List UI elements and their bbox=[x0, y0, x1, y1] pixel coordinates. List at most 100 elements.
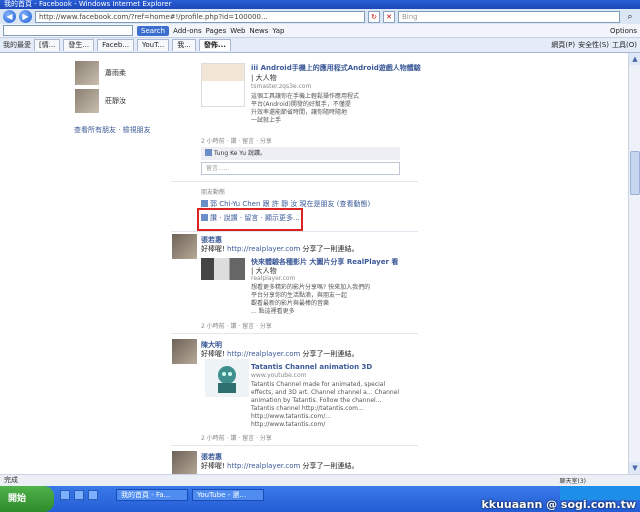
attachment-thumbnail[interactable] bbox=[201, 63, 245, 107]
desc-line: 想看更多精彩的影片分享嗎? 快來加入我們的 bbox=[251, 284, 371, 291]
back-button[interactable]: ◀ bbox=[3, 10, 16, 23]
forward-button[interactable]: ▶ bbox=[19, 10, 32, 23]
post-body-suffix: 分享了一則連結。 bbox=[302, 245, 359, 253]
sidebar-friends-link[interactable]: 查看所有朋友 · 檢視朋友 bbox=[74, 125, 151, 135]
feed-divider bbox=[171, 333, 418, 334]
command-page[interactable]: 網頁(P) bbox=[551, 40, 575, 50]
toolbar-options[interactable]: Options bbox=[610, 27, 637, 35]
highlight-box bbox=[197, 208, 303, 231]
post-meta[interactable]: 2 小時前 · 讚 · 留言 · 分享 bbox=[201, 433, 272, 442]
post-link[interactable]: http://realplayer.com bbox=[227, 245, 300, 253]
desc-line: 一試就上手 bbox=[251, 117, 282, 124]
like-icon bbox=[205, 149, 212, 156]
post-body: 好棒喔! bbox=[201, 462, 225, 470]
quicklaunch-icon[interactable] bbox=[88, 490, 98, 500]
friend-update-body[interactable]: 郭 Chi-Yu Chen 跟 許 靜 汝 現在是朋友 bbox=[210, 200, 335, 208]
quicklaunch-icon[interactable] bbox=[74, 490, 84, 500]
attachment-site: tsmaster.zqs3e.com bbox=[251, 83, 312, 90]
taskbar-item-facebook[interactable]: 我的首頁 - Fa... bbox=[116, 489, 188, 501]
scroll-thumb[interactable] bbox=[630, 151, 640, 195]
post-body-suffix: 分享了一則連結。 bbox=[302, 350, 359, 358]
desc-line: 這個工具讓你在手機上輕鬆操作應用程式 bbox=[251, 93, 360, 100]
address-row: ◀ ▶ http://www.facebook.com/?ref=home#!/… bbox=[0, 9, 640, 24]
post-body-suffix: 分享了一則連結。 bbox=[302, 462, 359, 470]
scroll-down-icon[interactable]: ▼ bbox=[629, 462, 640, 474]
video-thumbnail[interactable] bbox=[205, 359, 249, 397]
quicklaunch-icon[interactable] bbox=[60, 490, 70, 500]
toolbar-item-addons[interactable]: Add-ons bbox=[173, 27, 202, 35]
desc-line: Tatantis channel http://tatantis.com... bbox=[251, 405, 364, 412]
desc-line: 平台(Android)開發的好幫手，不僅提 bbox=[251, 101, 351, 108]
search-icon[interactable]: ⌕ bbox=[623, 11, 637, 23]
attachment-description: 這個工具讓你在手機上輕鬆操作應用程式 平台(Android)開發的好幫手，不僅提… bbox=[251, 93, 411, 125]
refresh-icon[interactable]: ↻ bbox=[368, 10, 380, 23]
post-meta[interactable]: 2 小時前 · 讚 · 留言 · 分享 bbox=[201, 136, 272, 145]
sidebar-person-name[interactable]: 莊靜汝 bbox=[105, 96, 126, 106]
toolbar-item-yap[interactable]: Yap bbox=[272, 27, 284, 35]
favorites-button[interactable]: 我的最愛 bbox=[3, 40, 31, 50]
desc-line: animation by Tatantis. Follow the channe… bbox=[251, 397, 382, 404]
toolbar-item-news[interactable]: News bbox=[250, 27, 269, 35]
vertical-scrollbar[interactable]: ▲ ▼ bbox=[628, 53, 640, 474]
attachment-thumbnail[interactable] bbox=[201, 258, 245, 280]
post-body: 好棒喔! bbox=[201, 350, 225, 358]
friend-update-label: 朋友動態 bbox=[201, 189, 226, 196]
post-link[interactable]: http://realplayer.com bbox=[227, 350, 300, 358]
attachment-site: www.youtube.com bbox=[251, 372, 307, 379]
feed-divider bbox=[171, 181, 418, 182]
tab-4[interactable]: YouT... bbox=[137, 39, 170, 51]
desc-line: http://www.tatantis.com/... bbox=[251, 413, 331, 420]
comment-input[interactable]: 留言...... bbox=[201, 162, 400, 175]
like-line: Tung Ke Yu 說讚。 bbox=[201, 147, 400, 160]
avatar[interactable] bbox=[172, 339, 197, 364]
avatar[interactable] bbox=[75, 61, 99, 85]
tab-6[interactable]: 發佈... bbox=[198, 39, 231, 51]
attachment-description: Tatantis Channel made for animated, spec… bbox=[251, 381, 411, 429]
watermark: kkuuaann @ sogi.com.tw bbox=[481, 498, 636, 511]
taskbar-item-youtube[interactable]: YouTube - 瀏... bbox=[192, 489, 264, 501]
avatar[interactable] bbox=[172, 234, 197, 259]
attachment-description: 想看更多精彩的影片分享嗎? 快來加入我們的 平台分享你的生活點滴，與朋友一起 觀… bbox=[251, 284, 411, 316]
attachment-source: | 大人物 bbox=[251, 74, 277, 82]
toolbar-search-button[interactable]: Search bbox=[137, 25, 170, 36]
desc-line: ... 點這裡看更多 bbox=[251, 308, 295, 315]
tab-2[interactable]: 發生... bbox=[63, 39, 95, 51]
feed-divider bbox=[171, 231, 418, 232]
sidebar-person-name[interactable]: 蕭雨柔 bbox=[105, 68, 126, 78]
feed-divider bbox=[171, 445, 418, 446]
tab-5[interactable]: 我... bbox=[172, 39, 196, 51]
post-text: 好棒喔! http://realplayer.com 分享了一則連結。 bbox=[201, 461, 359, 471]
command-safety[interactable]: 安全性(S) bbox=[578, 40, 609, 50]
desc-line: 升效率還能節省時間，讓你隨時隨地 bbox=[251, 109, 348, 116]
avatar[interactable] bbox=[75, 89, 99, 113]
command-tools[interactable]: 工具(O) bbox=[612, 40, 637, 50]
status-text: 完成 bbox=[4, 476, 18, 484]
like-text[interactable]: Tung Ke Yu 說讚。 bbox=[214, 150, 266, 157]
toolbar: Search Add-ons Pages Web News Yap Option… bbox=[0, 24, 640, 38]
avatar[interactable] bbox=[172, 451, 197, 474]
url-input[interactable]: http://www.facebook.com/?ref=home#!/prof… bbox=[35, 10, 365, 23]
start-button[interactable]: 開始 bbox=[0, 486, 54, 512]
toolbar-item-pages[interactable]: Pages bbox=[206, 27, 227, 35]
post-link[interactable]: http://realplayer.com bbox=[227, 462, 300, 470]
attachment-title[interactable]: Tatantis Channel animation 3D bbox=[251, 363, 372, 371]
sidebar-person[interactable]: 蕭雨柔 bbox=[75, 61, 126, 85]
attachment-site: realplayer.com bbox=[251, 275, 296, 282]
desc-line: Tatantis Channel made for animated, spec… bbox=[251, 381, 386, 388]
bing-search-input[interactable]: Bing bbox=[398, 10, 620, 23]
stop-icon[interactable]: ✕ bbox=[383, 10, 395, 23]
tab-3[interactable]: Faceb... bbox=[97, 39, 135, 51]
toolbar-search-input[interactable] bbox=[3, 25, 133, 36]
post-meta[interactable]: 2 小時前 · 讚 · 留言 · 分享 bbox=[201, 321, 272, 330]
sidebar-person[interactable]: 莊靜汝 bbox=[75, 89, 126, 113]
toolbar-item-web[interactable]: Web bbox=[230, 27, 245, 35]
attachment-title[interactable]: iii Android手機上的應用程式Android遊戲人物體驗 bbox=[251, 63, 421, 73]
taskbar: 開始 我的首頁 - Fa... YouTube - 瀏... kkuuaann … bbox=[0, 486, 640, 512]
friend-icon bbox=[201, 200, 208, 207]
view-update-link[interactable]: (查看動態) bbox=[337, 200, 370, 208]
window-title: 我的首頁 - Facebook - Windows Internet Explo… bbox=[4, 0, 172, 8]
scroll-up-icon[interactable]: ▲ bbox=[629, 53, 640, 65]
post-body: 好棒喔! bbox=[201, 245, 225, 253]
tab-1[interactable]: [情... bbox=[34, 39, 61, 51]
desc-line: effects, and 3D art. Channel channel a..… bbox=[251, 389, 400, 396]
